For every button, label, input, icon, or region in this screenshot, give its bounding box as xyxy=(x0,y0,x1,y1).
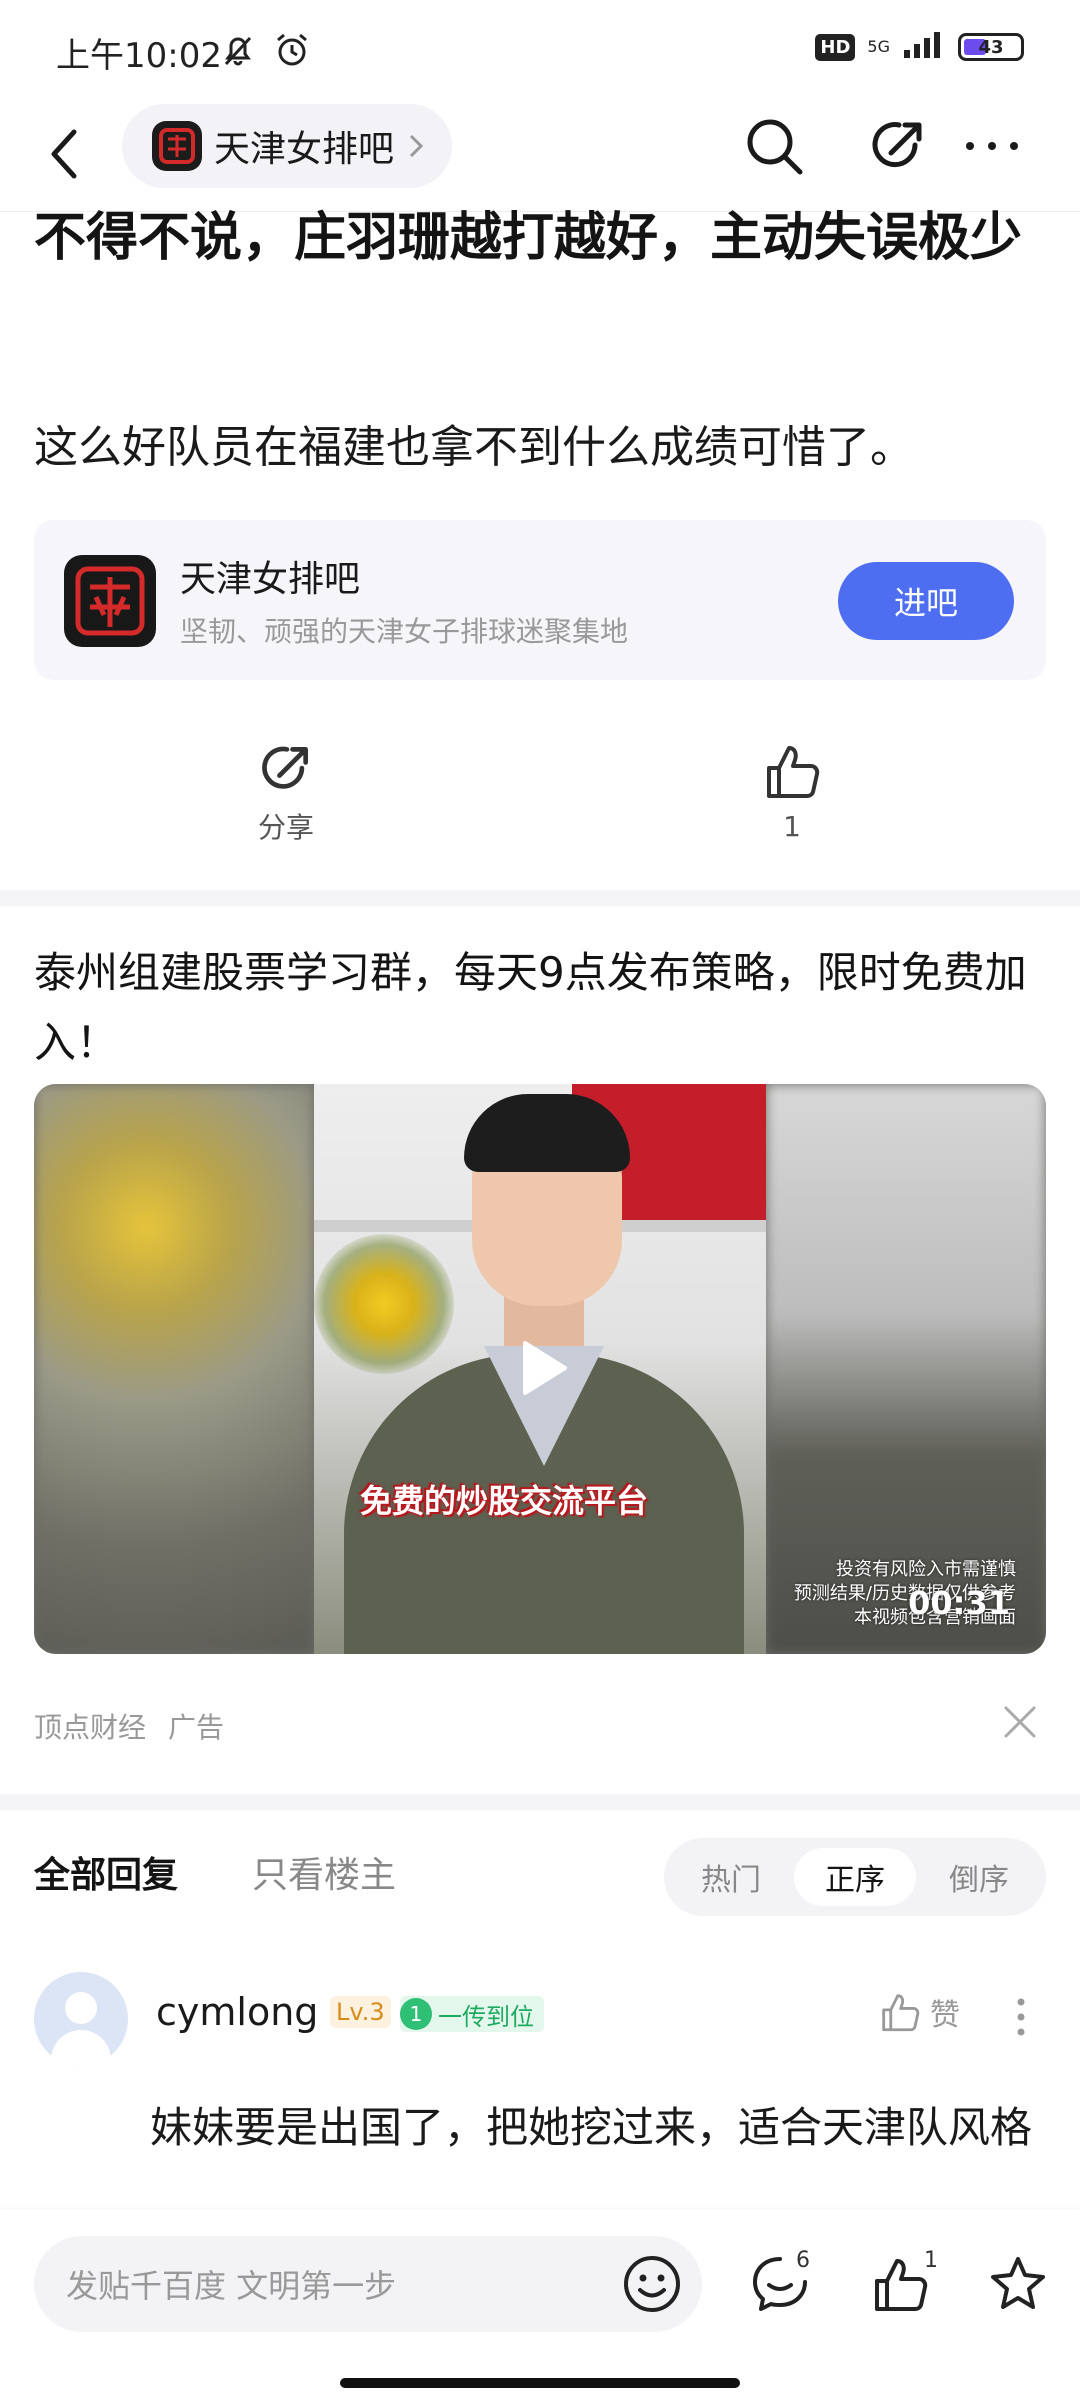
search-icon xyxy=(747,119,803,175)
sort-descending[interactable]: 倒序 xyxy=(918,1848,1040,1906)
tab-op-only[interactable]: 只看楼主 xyxy=(252,1846,396,1898)
ad-video[interactable]: 免费的炒股交流平台 投资有风险入市需谨慎 预测结果/历史数据仅供参考 本视频包含… xyxy=(34,1084,1046,1654)
post-title: 不得不说，庄羽珊越打越好，主动失误极少 xyxy=(34,208,1023,268)
forum-logo-icon xyxy=(64,555,156,647)
favorite-button[interactable] xyxy=(980,2246,1056,2322)
more-icon xyxy=(966,142,1018,150)
alarm-icon xyxy=(272,30,312,74)
emoji-icon xyxy=(624,2256,680,2312)
title-badge: 1 一传到位 xyxy=(400,1996,544,2032)
back-icon xyxy=(51,129,77,179)
status-bar: 上午10:02 HD 5G 43 xyxy=(0,0,1080,100)
comment-like-button[interactable]: 赞 xyxy=(878,1990,960,2034)
section-divider xyxy=(0,1794,1080,1810)
star-icon xyxy=(991,2257,1045,2309)
like-action[interactable]: 1 xyxy=(692,740,892,843)
search-button[interactable] xyxy=(738,110,810,182)
ad-label: 广告 xyxy=(168,1711,225,1744)
like-count-bottom: 1 xyxy=(924,2248,938,2273)
close-icon xyxy=(1004,1706,1036,1738)
share-button[interactable] xyxy=(862,110,934,182)
sort-hot[interactable]: 热门 xyxy=(670,1848,792,1906)
share-label: 分享 xyxy=(257,811,314,844)
hd-badge: HD xyxy=(815,33,856,61)
comment-count: 6 xyxy=(796,2248,810,2273)
video-duration: 00:31 xyxy=(908,1584,1010,1622)
status-time: 上午10:02 xyxy=(56,36,222,76)
thumbs-up-icon xyxy=(882,1994,920,2032)
join-forum-button[interactable]: 进吧 xyxy=(838,562,1014,640)
share-icon xyxy=(262,746,308,789)
bottom-bar: 发贴千百度 文明第一步 6 1 xyxy=(0,2210,1080,2400)
chevron-right-icon xyxy=(409,134,424,158)
ad-title[interactable]: 泰州组建股票学习群，每天9点发布策略，限时免费加入！ xyxy=(34,938,1046,1078)
ad-source-name: 顶点财经 xyxy=(34,1711,147,1744)
comment-text: 妹妹要是出国了，把她挖过来，适合天津队风格 xyxy=(150,2103,1033,2152)
home-indicator[interactable] xyxy=(340,2378,740,2388)
forum-card-desc: 坚韧、顽强的天津女子排球迷聚集地 xyxy=(180,615,629,648)
share-action[interactable]: 分享 xyxy=(186,740,386,846)
more-button[interactable] xyxy=(956,110,1028,182)
sort-toggle: 热门 正序 倒序 xyxy=(664,1838,1046,1916)
forum-pill-button[interactable]: 天津女排吧 xyxy=(122,104,453,188)
video-caption: 免费的炒股交流平台 xyxy=(360,1482,649,1520)
tab-all-replies[interactable]: 全部回复 xyxy=(34,1846,178,1898)
like-count: 1 xyxy=(783,810,801,843)
thumbs-up-icon xyxy=(767,746,820,798)
play-icon xyxy=(523,1341,567,1395)
play-button[interactable] xyxy=(502,1330,578,1406)
forum-card[interactable]: 天津女排吧 坚韧、顽强的天津女子排球迷聚集地 进吧 xyxy=(34,520,1046,680)
back-button[interactable] xyxy=(34,122,98,186)
more-vertical-icon xyxy=(1017,1998,1025,2036)
post-body: 这么好队员在福建也拿不到什么成绩可惜了。 xyxy=(34,422,914,473)
reply-input-placeholder: 发贴千百度 文明第一步 xyxy=(66,2267,397,2305)
avatar[interactable] xyxy=(34,1972,128,2066)
bell-off-icon xyxy=(218,30,258,74)
share-icon xyxy=(872,122,922,168)
battery-indicator: 43 xyxy=(958,33,1024,61)
forum-name: 天津女排吧 xyxy=(214,129,395,170)
comment-like-label: 赞 xyxy=(930,1998,960,2033)
thumbs-up-icon xyxy=(875,2259,928,2311)
sort-ascending[interactable]: 正序 xyxy=(794,1848,916,1906)
reply-input[interactable]: 发贴千百度 文明第一步 xyxy=(34,2236,702,2332)
comment-username[interactable]: cymlong xyxy=(156,1990,318,2034)
section-divider xyxy=(0,890,1080,906)
ad-source: 顶点财经 广告 xyxy=(34,1706,224,1746)
signal-icon xyxy=(902,30,946,64)
level-badge: Lv.3 xyxy=(330,1996,391,2028)
emoji-button[interactable] xyxy=(614,2246,690,2322)
forum-card-name: 天津女排吧 xyxy=(180,559,361,600)
ad-close-button[interactable] xyxy=(994,1696,1046,1748)
comment-more-button[interactable] xyxy=(1006,1992,1036,2042)
network-type: 5G xyxy=(867,37,890,56)
forum-logo-icon xyxy=(152,121,202,171)
